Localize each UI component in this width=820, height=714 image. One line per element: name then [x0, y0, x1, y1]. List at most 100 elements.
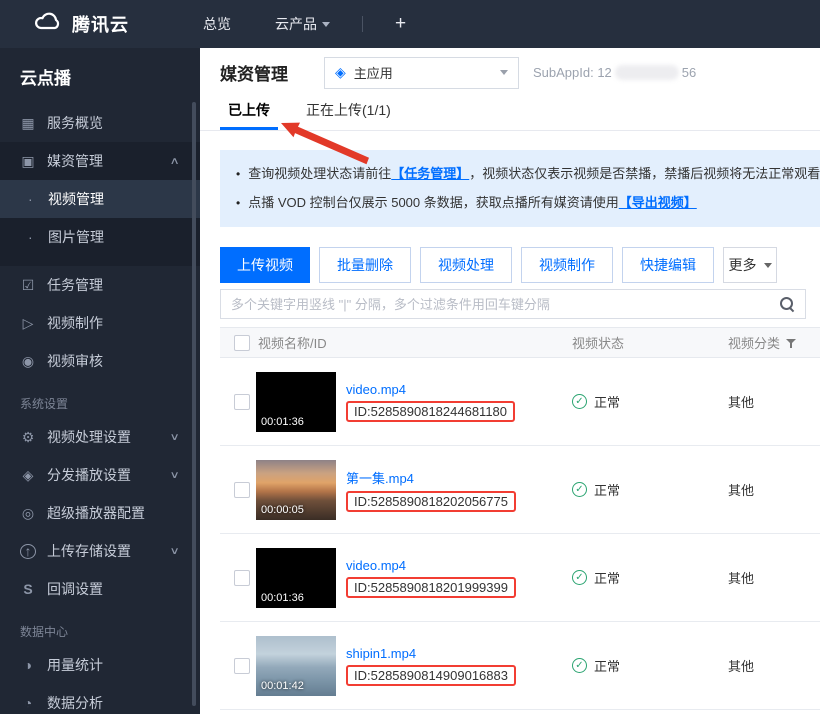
table-row: 00:00:05 第一集.mp4 ID:5285890818202056775 … — [220, 446, 820, 534]
sidebar-group-media: ▣ 媒资管理 ∧ · 视频管理 · 图片管理 — [0, 142, 200, 266]
category-cell: 其他 — [728, 480, 820, 499]
sidebar-item-task-management[interactable]: ☑ 任务管理 — [0, 266, 200, 304]
upload-video-button[interactable]: 上传视频 — [220, 247, 310, 283]
table-header: 视频名称/ID 视频状态 视频分类 — [220, 327, 820, 358]
sidebar-item-service-overview[interactable]: ▦ 服务概览 — [0, 104, 200, 142]
sidebar-item-media-management[interactable]: ▣ 媒资管理 ∧ — [0, 142, 200, 180]
video-name-link[interactable]: shipin1.mp4 — [346, 646, 416, 661]
status-ok-icon: ✓ — [572, 658, 587, 673]
status-ok-icon: ✓ — [572, 570, 587, 585]
video-process-button[interactable]: 视频处理 — [420, 247, 512, 283]
chevron-up-icon: ∧ — [169, 156, 179, 167]
top-nav-items: 总览 云产品 + — [181, 13, 428, 35]
video-produce-button[interactable]: 视频制作 — [521, 247, 613, 283]
sidebar-item-image-management[interactable]: · 图片管理 — [0, 218, 200, 256]
sidebar-item-upload-storage-settings[interactable]: ↑ 上传存储设置 ∨ — [0, 532, 200, 570]
export-video-link[interactable]: 【导出视频】 — [619, 193, 697, 213]
sidebar-section-system-settings: 系统设置 — [0, 390, 200, 418]
main-content: 媒资管理 ◈ 主应用 SubAppId: 12 56 已上传 正在上传(1/1)… — [200, 48, 820, 714]
player-icon: ◎ — [20, 505, 36, 522]
notice-box: • 查询视频处理状态请前往【任务管理】，视频状态仅表示视频是否禁播，禁播后视频将… — [220, 150, 820, 227]
nav-overview[interactable]: 总览 — [181, 14, 253, 34]
status-text: 正常 — [594, 480, 620, 499]
bullet-icon: • — [236, 193, 240, 213]
status-text: 正常 — [594, 568, 620, 587]
play-icon: ▷ — [20, 315, 36, 332]
filter-icon[interactable] — [786, 338, 796, 348]
row-checkbox[interactable] — [234, 394, 250, 410]
nav-products[interactable]: 云产品 — [253, 14, 352, 34]
sidebar-item-callback-settings[interactable]: S 回调设置 — [0, 570, 200, 608]
distribution-icon: ◈ — [20, 467, 36, 484]
table-row: 00:01:36 video.mp4 ID:528589081824468118… — [220, 358, 820, 446]
category-cell: 其他 — [728, 392, 820, 411]
content-header: 媒资管理 ◈ 主应用 SubAppId: 12 56 — [200, 48, 820, 97]
more-button[interactable]: 更多 — [723, 247, 777, 283]
tab-bar: 已上传 正在上传(1/1) — [200, 97, 820, 131]
column-category: 视频分类 — [728, 333, 820, 352]
column-status: 视频状态 — [572, 333, 728, 352]
brand[interactable]: 腾讯云 — [34, 11, 129, 37]
video-name-link[interactable]: video.mp4 — [346, 382, 406, 397]
row-checkbox[interactable] — [234, 482, 250, 498]
sidebar-item-super-player-config[interactable]: ◎ 超级播放器配置 — [0, 494, 200, 532]
video-thumbnail[interactable]: 00:01:36 — [256, 372, 336, 432]
id-highlight-box: ID:5285890814909016883 — [346, 665, 516, 686]
row-checkbox[interactable] — [234, 658, 250, 674]
notice-line-2: • 点播 VOD 控制台仅展示 5000 条数据，获取点播所有媒资请使用【导出视… — [236, 193, 820, 213]
chevron-down-icon — [500, 70, 508, 75]
name-id-cell: video.mp4 ID:5285890818244681180 — [346, 382, 572, 422]
callback-icon: S — [20, 581, 36, 597]
video-name-link[interactable]: 第一集.mp4 — [346, 468, 414, 487]
cloud-logo-icon — [34, 12, 64, 37]
duration-badge: 00:01:36 — [261, 416, 304, 428]
status-ok-icon: ✓ — [572, 394, 587, 409]
name-id-cell: 第一集.mp4 ID:5285890818202056775 — [346, 468, 572, 512]
id-highlight-box: ID:5285890818202056775 — [346, 491, 516, 512]
video-thumbnail[interactable]: 00:01:36 — [256, 548, 336, 608]
app-selector-dropdown[interactable]: ◈ 主应用 — [324, 57, 519, 89]
sidebar-section-data-center: 数据中心 — [0, 618, 200, 646]
category-cell: 其他 — [728, 568, 820, 587]
name-id-cell: shipin1.mp4 ID:5285890814909016883 — [346, 646, 572, 686]
checklist-icon: ☑ — [20, 277, 36, 294]
sidebar-item-data-analysis[interactable]: ◔ 数据分析 — [0, 684, 200, 714]
pie-chart-icon: ◑ — [20, 657, 36, 673]
sidebar-item-video-processing-settings[interactable]: ⚙ 视频处理设置 ∨ — [0, 418, 200, 456]
video-thumbnail[interactable]: 00:01:42 — [256, 636, 336, 696]
subappid-label: SubAppId: 12 56 — [533, 65, 696, 80]
tab-uploaded[interactable]: 已上传 — [220, 100, 278, 130]
task-management-link[interactable]: 【任务管理】 — [391, 164, 469, 184]
column-name-id: 视频名称/ID — [258, 333, 572, 352]
sidebar-item-video-review[interactable]: ◉ 视频审核 — [0, 342, 200, 380]
video-name-link[interactable]: video.mp4 — [346, 558, 406, 573]
sidebar-item-distribution-playback-settings[interactable]: ◈ 分发播放设置 ∨ — [0, 456, 200, 494]
category-cell: 其他 — [728, 656, 820, 675]
nav-divider — [362, 16, 363, 32]
page-title: 媒资管理 — [220, 60, 288, 85]
select-all-checkbox[interactable] — [234, 335, 250, 351]
add-tab-button[interactable]: + — [373, 13, 428, 35]
chevron-down-icon: ∨ — [169, 470, 179, 481]
sidebar-item-usage-statistics[interactable]: ◑ 用量统计 — [0, 646, 200, 684]
top-navbar: 腾讯云 总览 云产品 + — [0, 0, 820, 48]
sidebar-item-video-management[interactable]: · 视频管理 — [0, 180, 200, 218]
bullet-icon: • — [236, 164, 240, 184]
sidebar-product-title: 云点播 — [0, 48, 200, 104]
gear-icon: ⚙ — [20, 429, 36, 446]
tab-uploading[interactable]: 正在上传(1/1) — [298, 100, 399, 130]
row-checkbox[interactable] — [234, 570, 250, 586]
duration-badge: 00:01:42 — [261, 680, 304, 692]
batch-delete-button[interactable]: 批量删除 — [319, 247, 411, 283]
sidebar-item-video-production[interactable]: ▷ 视频制作 — [0, 304, 200, 342]
toolbar: 上传视频 批量删除 视频处理 视频制作 快捷编辑 更多 — [220, 247, 820, 283]
video-thumbnail[interactable]: 00:00:05 — [256, 460, 336, 520]
search-input[interactable] — [231, 297, 779, 312]
search-icon[interactable] — [779, 296, 795, 312]
grid-icon: ▦ — [20, 115, 36, 132]
sidebar-scrollbar[interactable] — [192, 102, 196, 706]
table-row: 00:01:42 shipin1.mp4 ID:5285890814909016… — [220, 622, 820, 710]
name-id-cell: video.mp4 ID:5285890818201999399 — [346, 558, 572, 598]
content-body: • 查询视频处理状态请前往【任务管理】，视频状态仅表示视频是否禁播，禁播后视频将… — [200, 150, 820, 710]
quick-edit-button[interactable]: 快捷编辑 — [622, 247, 714, 283]
